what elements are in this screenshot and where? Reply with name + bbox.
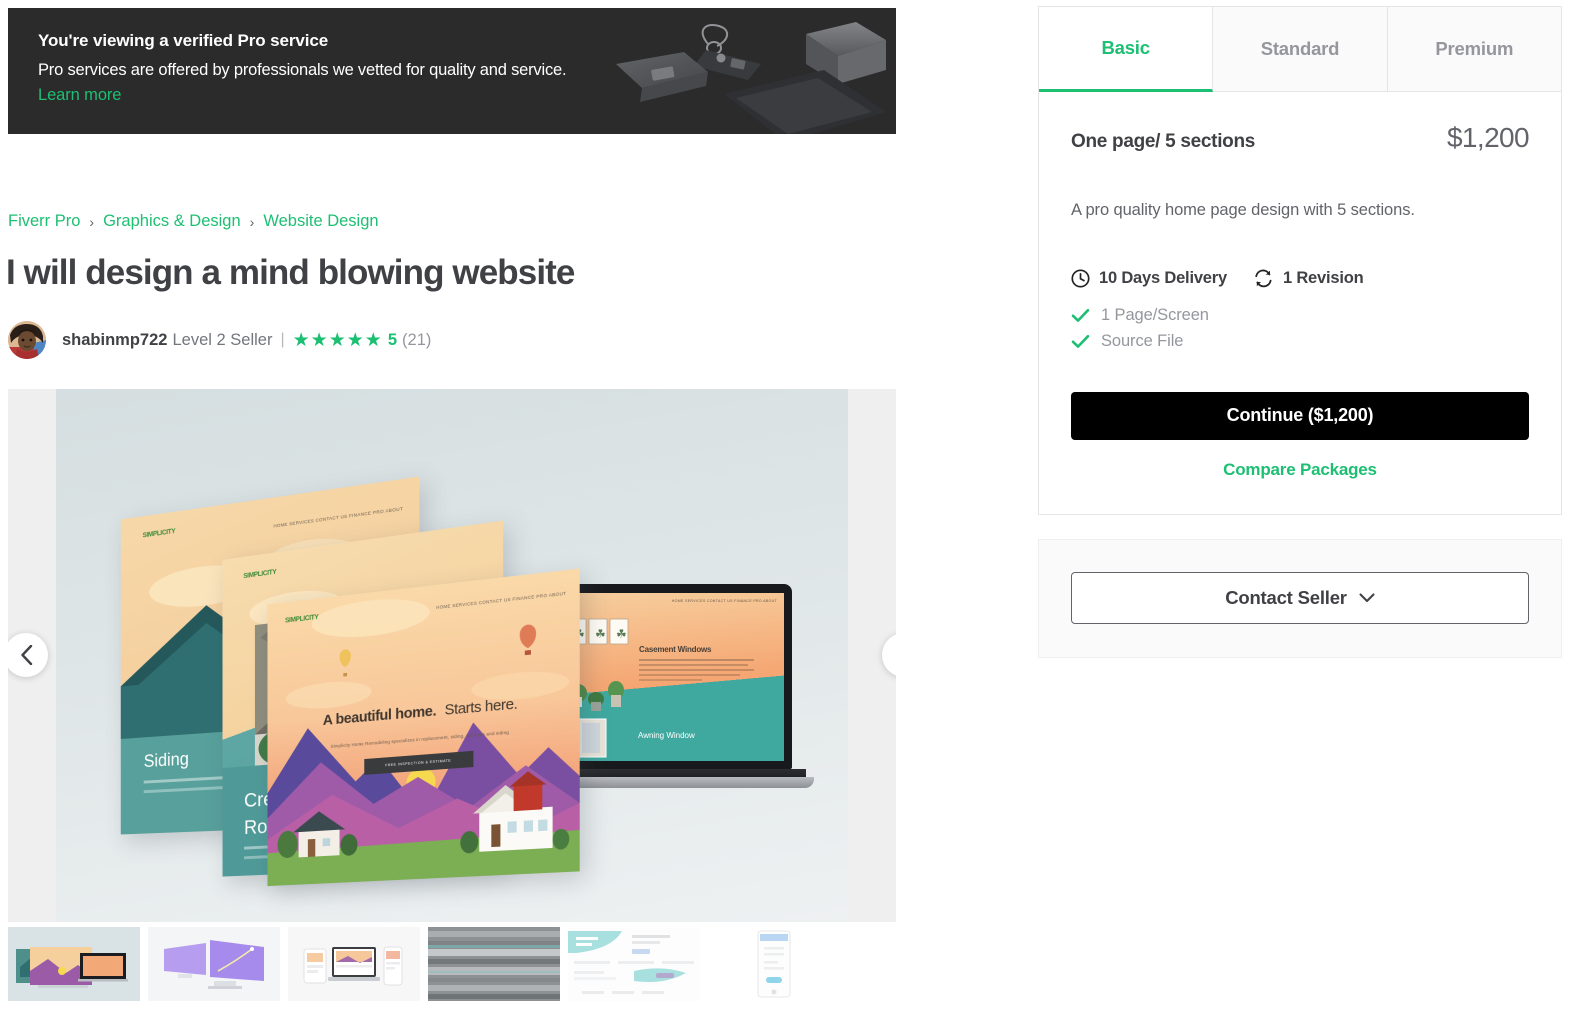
chevron-down-icon xyxy=(1359,593,1375,602)
thumb-6-image xyxy=(708,927,840,1001)
contact-seller-button[interactable]: Contact Seller xyxy=(1071,571,1529,624)
star-icon: ★ xyxy=(364,329,382,351)
gig-gallery: SIMPLICITY HOME SERVICES CONTACT US FINA… xyxy=(8,389,896,922)
revision-icon xyxy=(1255,269,1272,288)
breadcrumb-item-graphics-design[interactable]: Graphics & Design xyxy=(103,212,241,231)
svg-text:☘: ☘ xyxy=(616,627,627,641)
learn-more-link[interactable]: Learn more xyxy=(38,86,121,105)
thumb-4-image xyxy=(428,927,560,1001)
chevron-left-icon xyxy=(20,645,32,665)
tab-basic[interactable]: Basic xyxy=(1039,7,1214,92)
feature-row: Source File xyxy=(1071,332,1529,351)
package-meta: 10 Days Delivery 1 Revision xyxy=(1071,269,1529,288)
package-body: One page/ 5 sections $1,200 A pro qualit… xyxy=(1039,92,1561,514)
star-icon: ★ xyxy=(310,329,328,351)
delivery-time-label: 10 Days Delivery xyxy=(1099,268,1227,287)
seller-level-badge: Level 2 Seller xyxy=(172,330,273,349)
pro-banner-copy: You're viewing a verified Pro service Pr… xyxy=(8,8,896,105)
thumb-5-image xyxy=(568,927,700,1001)
rating-stars: ★ ★ ★ ★ ★ xyxy=(293,331,382,350)
gallery-thumbnail-strip xyxy=(8,927,840,1001)
mockup-screen-hero: SIMPLICITY HOME SERVICES CONTACT US FINA… xyxy=(267,568,580,887)
breadcrumb: Fiverr Pro › Graphics & Design › Website… xyxy=(8,212,379,231)
mockup-card-title: Siding xyxy=(143,748,189,772)
tab-standard[interactable]: Standard xyxy=(1213,7,1388,92)
rating-review-count: (21) xyxy=(402,330,432,349)
seller-username[interactable]: shabinmp722 xyxy=(62,331,167,350)
breadcrumb-item-fiverr-pro[interactable]: Fiverr Pro xyxy=(8,212,80,231)
feature-row: 1 Page/Screen xyxy=(1071,306,1529,325)
breadcrumb-separator-icon: › xyxy=(249,213,255,230)
check-icon xyxy=(1071,308,1090,322)
package-description: A pro quality home page design with 5 se… xyxy=(1071,201,1415,219)
thumb-1-website-mockups[interactable] xyxy=(8,927,140,1001)
revisions: 1 Revision xyxy=(1253,269,1364,288)
gig-page: You're viewing a verified Pro service Pr… xyxy=(0,0,1570,1011)
breadcrumb-separator-icon: › xyxy=(89,213,95,230)
feature-label: Source File xyxy=(1101,331,1184,350)
pro-service-banner: You're viewing a verified Pro service Pr… xyxy=(8,8,896,134)
thumb-3-image xyxy=(288,927,420,1001)
thumb-1-image xyxy=(8,927,140,1001)
svg-text:☘: ☘ xyxy=(595,627,606,641)
revisions-label: 1 Revision xyxy=(1282,268,1364,287)
continue-button[interactable]: Continue ($1,200) xyxy=(1071,391,1529,440)
purchase-sidebar: Basic Standard Premium One page/ 5 secti… xyxy=(1038,6,1562,658)
tab-premium[interactable]: Premium xyxy=(1387,7,1561,92)
package-tabs: Basic Standard Premium xyxy=(1039,7,1561,92)
package-features: 1 Page/Screen Source File xyxy=(1071,306,1529,351)
star-icon: ★ xyxy=(328,329,346,351)
star-icon: ★ xyxy=(292,329,310,351)
package-price: $1,200 xyxy=(1446,122,1530,153)
package-header: One page/ 5 sections $1,200 xyxy=(1071,122,1530,154)
package-name: One page/ 5 sections xyxy=(1071,131,1256,152)
contact-seller-label: Contact Seller xyxy=(1225,586,1347,608)
avatar-image xyxy=(8,321,46,359)
seller-divider: | xyxy=(280,331,285,348)
check-icon xyxy=(1071,334,1090,348)
gallery-slide: SIMPLICITY HOME SERVICES CONTACT US FINA… xyxy=(56,389,848,922)
delivery-time: 10 Days Delivery xyxy=(1071,269,1227,288)
rating-value: 5 xyxy=(387,330,398,349)
seller-info-row: shabinmp722 Level 2 Seller | ★ ★ ★ ★ ★ 5… xyxy=(8,320,431,360)
page-title: I will design a mind blowing website xyxy=(6,253,575,292)
thumb-6-mobile-app[interactable] xyxy=(708,927,840,1001)
thumb-3-responsive-devices[interactable] xyxy=(288,927,420,1001)
avatar[interactable] xyxy=(8,321,46,359)
thumb-2-image xyxy=(148,927,280,1001)
contact-seller-card: Contact Seller xyxy=(1038,538,1562,658)
star-icon: ★ xyxy=(346,329,364,351)
feature-label: 1 Page/Screen xyxy=(1101,305,1209,324)
gallery-next-button[interactable] xyxy=(882,633,896,677)
thumb-2-dual-monitors[interactable] xyxy=(148,927,280,1001)
clock-icon xyxy=(1071,269,1090,288)
pro-banner-title: You're viewing a verified Pro service xyxy=(38,31,329,50)
breadcrumb-item-website-design[interactable]: Website Design xyxy=(263,212,378,231)
compare-packages-link[interactable]: Compare Packages xyxy=(1071,460,1529,480)
laptop-heading: Casement Windows xyxy=(639,645,712,654)
package-card: Basic Standard Premium One page/ 5 secti… xyxy=(1038,6,1562,515)
gallery-prev-button[interactable] xyxy=(8,633,48,677)
thumb-4-blurred-preview[interactable] xyxy=(428,927,560,1001)
pro-banner-subtitle: Pro services are offered by professional… xyxy=(38,61,567,80)
laptop-subheading: Awning Window xyxy=(638,731,695,740)
thumb-5-landing-page[interactable] xyxy=(568,927,700,1001)
